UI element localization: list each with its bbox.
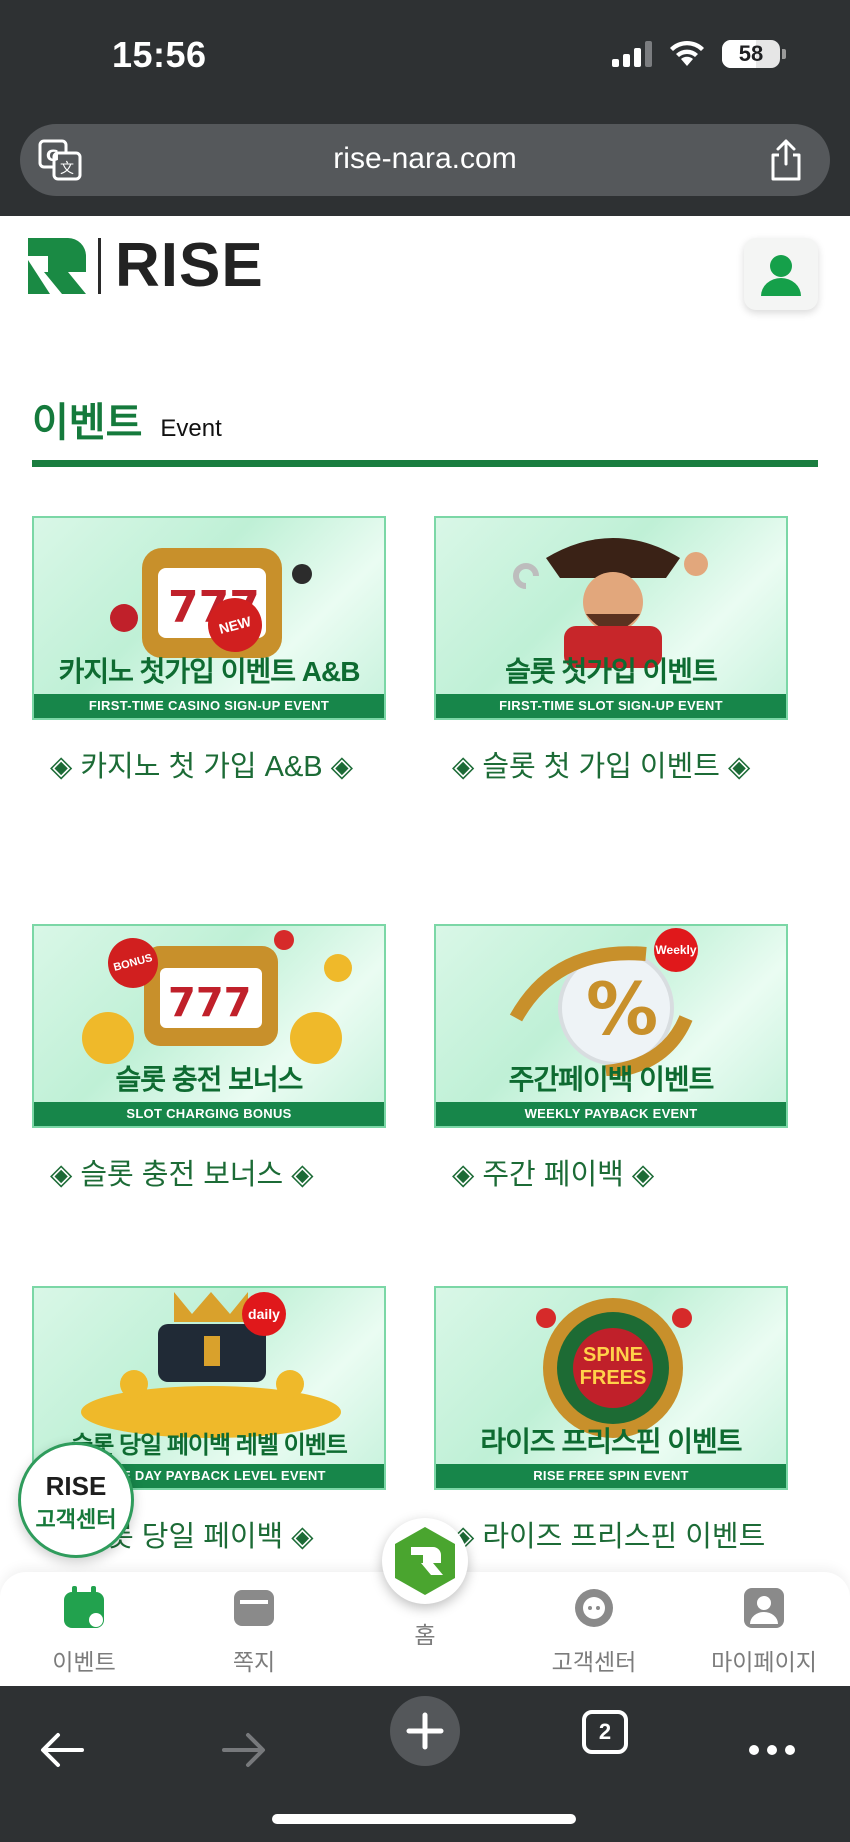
banner-subtitle: WEEKLY PAYBACK EVENT [436, 1102, 786, 1126]
profile-button[interactable] [744, 238, 818, 310]
customer-center-floating-button[interactable]: RISE 고객센터 [18, 1442, 134, 1558]
percent-coin-art: % [509, 946, 693, 1076]
slot-coins-art: 777 [82, 930, 352, 1064]
treasure-chest-art [81, 1292, 341, 1438]
more-icon[interactable] [748, 1744, 796, 1756]
nav-events[interactable]: 이벤트 [14, 1586, 154, 1677]
plus-icon [406, 1712, 444, 1750]
event-banner[interactable]: 777 NEW 카지노 첫가입 이벤트 A&B FIRST-TIME CASIN… [32, 516, 386, 720]
user-icon [761, 255, 801, 296]
nav-events-label: 이벤트 [52, 1649, 116, 1675]
profile-card-icon [744, 1588, 784, 1628]
event-card[interactable]: SPINE FREES 라이즈 프리스핀 이벤트 RISE FREE SPIN … [434, 1286, 788, 1606]
status-time: 15:56 [112, 34, 207, 75]
banner-title: 카지노 첫가입 이벤트 A&B [58, 656, 361, 687]
section-title-en: Event [160, 415, 222, 442]
banner-subtitle: RISE FREE SPIN EVENT [436, 1464, 786, 1488]
event-title[interactable]: ◈ 슬롯 첫 가입 이벤트 ◈ [434, 744, 788, 790]
address-bar[interactable]: G 文 rise-nara.com [20, 124, 830, 196]
battery-level: 58 [738, 41, 764, 66]
logo-text: RISE [115, 231, 264, 300]
note-icon [234, 1590, 274, 1626]
home-indicator [272, 1814, 576, 1824]
event-title[interactable]: ◈ 슬롯 충전 보너스 ◈ [32, 1152, 386, 1198]
url-text[interactable]: rise-nara.com [20, 142, 830, 176]
banner-subtitle: FIRST-TIME SLOT SIGN-UP EVENT [436, 694, 786, 718]
site-header: RISE [0, 216, 850, 326]
event-card[interactable]: % Weekly 주간페이백 이벤트 WEEKLY PAYBACK EVENT … [434, 924, 788, 1198]
new-tab-button[interactable] [390, 1696, 460, 1766]
event-banner[interactable]: 777 BONUS 슬롯 충전 보너스 SLOT CHARGING BONUS [32, 924, 386, 1128]
nav-mypage-label: 마이페이지 [711, 1649, 817, 1675]
rise-logo-icon [28, 238, 86, 294]
slot-machine-art: 777 [110, 548, 312, 658]
headset-icon [575, 1589, 613, 1627]
event-title[interactable]: ◈ 카지노 첫 가입 A&B ◈ [32, 744, 386, 790]
rise-home-icon [395, 1527, 455, 1595]
weekly-badge: Weekly [654, 928, 698, 972]
event-banner[interactable]: 슬롯 첫가입 이벤트 FIRST-TIME SLOT SIGN-UP EVENT [434, 516, 788, 720]
event-card[interactable]: 777 NEW 카지노 첫가입 이벤트 A&B FIRST-TIME CASIN… [32, 516, 386, 790]
event-banner[interactable]: SPINE FREES 라이즈 프리스핀 이벤트 RISE FREE SPIN … [434, 1286, 788, 1490]
share-icon[interactable] [768, 138, 804, 182]
event-card[interactable]: 슬롯 첫가입 이벤트 FIRST-TIME SLOT SIGN-UP EVENT… [434, 516, 788, 790]
pirate-character-art [513, 538, 708, 668]
forward-arrow-icon[interactable] [220, 1730, 268, 1770]
cellular-signal-icon [612, 41, 652, 67]
nav-messages[interactable]: 쪽지 [184, 1586, 324, 1677]
nav-home-label: 홈 [414, 1622, 436, 1648]
event-card[interactable]: 777 BONUS 슬롯 충전 보너스 SLOT CHARGING BONUS … [32, 924, 386, 1198]
nav-mypage[interactable]: 마이페이지 [694, 1586, 834, 1677]
nav-support[interactable]: 고객센터 [524, 1586, 664, 1677]
svg-text:777: 777 [168, 980, 252, 1026]
status-icons: 58 [612, 40, 786, 68]
banner-subtitle: FIRST-TIME CASINO SIGN-UP EVENT [34, 694, 384, 718]
event-title[interactable]: ◈ 주간 페이백 ◈ [434, 1152, 788, 1198]
section-divider [32, 460, 818, 467]
section-title-ko: 이벤트 [32, 401, 143, 445]
banner-title: 슬롯 첫가입 이벤트 [505, 656, 718, 687]
back-arrow-icon[interactable] [38, 1730, 86, 1770]
banner-title: 라이즈 프리스핀 이벤트 [480, 1426, 742, 1457]
wifi-icon [670, 40, 704, 66]
banner-title: 슬롯 충전 보너스 [115, 1064, 304, 1095]
banner-title: 주간페이백 이벤트 [508, 1064, 715, 1095]
nav-home-button[interactable] [382, 1518, 468, 1604]
calendar-icon [64, 1586, 104, 1628]
banner-subtitle: SLOT CHARGING BONUS [34, 1102, 384, 1126]
tabs-button[interactable]: 2 [582, 1710, 628, 1754]
battery-icon: 58 [722, 40, 786, 68]
browser-chrome: 15:56 58 G 文 rise-nara.com [0, 0, 850, 216]
cs-badge-brand: RISE [45, 1471, 107, 1501]
svg-text:%: % [586, 967, 658, 1051]
cs-badge-label: 고객센터 [35, 1507, 117, 1532]
section-title: 이벤트 Event [32, 390, 222, 448]
site-logo[interactable]: RISE [28, 231, 264, 300]
nav-support-label: 고객센터 [551, 1649, 637, 1675]
daily-badge: daily [242, 1292, 286, 1336]
event-banner[interactable]: % Weekly 주간페이백 이벤트 WEEKLY PAYBACK EVENT [434, 924, 788, 1128]
spine-frees-badge: SPINE FREES [579, 1344, 647, 1389]
nav-messages-label: 쪽지 [232, 1649, 276, 1675]
